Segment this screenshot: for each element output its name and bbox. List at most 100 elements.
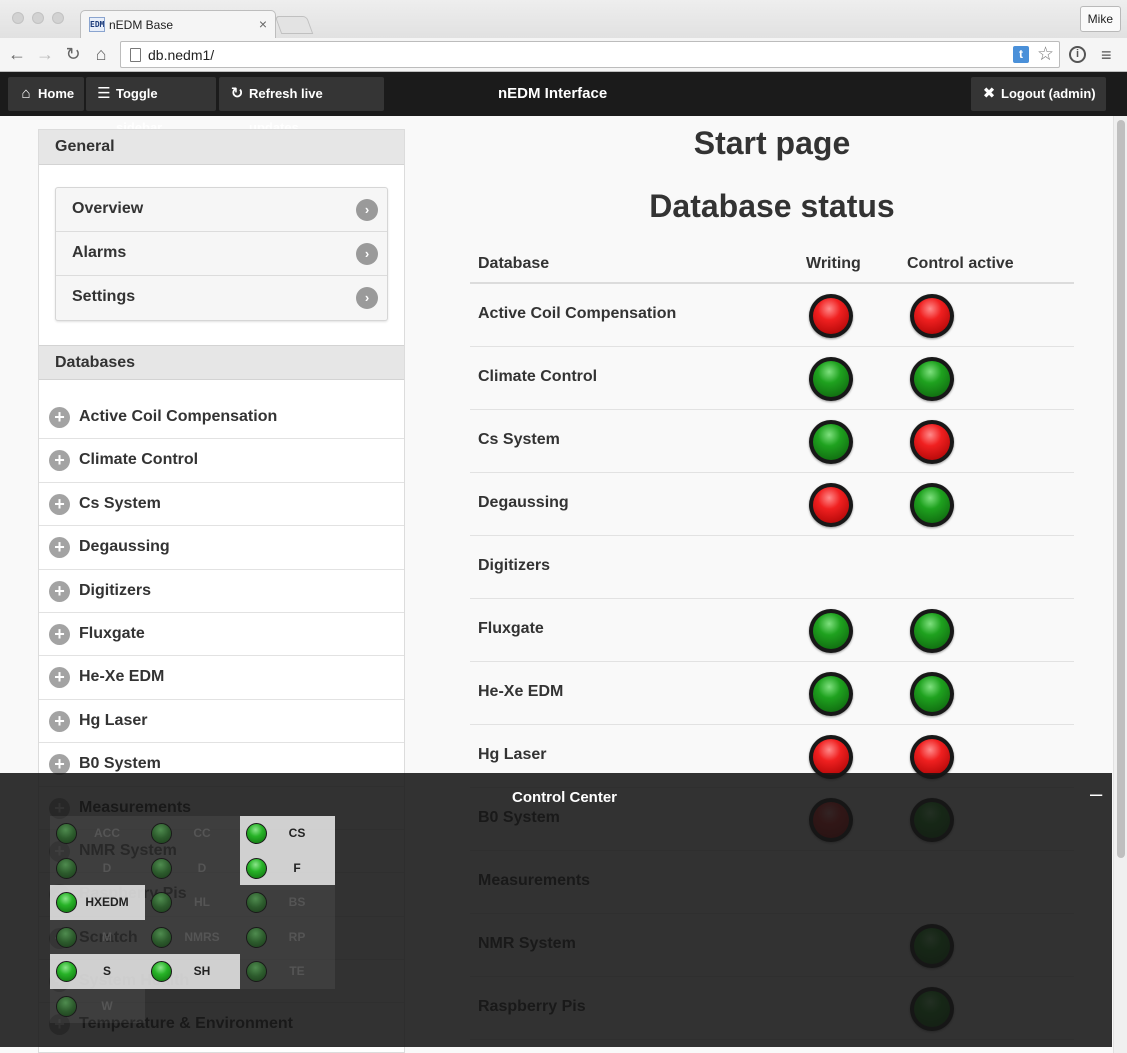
database-name: Hg Laser — [478, 746, 547, 763]
refresh-live-updates-button[interactable]: ↻ Refresh live updates — [219, 77, 384, 135]
writing-status-led-icon — [809, 420, 853, 464]
database-label: Fluxgate — [79, 624, 145, 642]
scrollbar-thumb[interactable] — [1117, 120, 1125, 858]
sidebar-item-label: Alarms — [72, 244, 127, 261]
control-status-led-icon — [910, 357, 954, 401]
close-icon: ✖ — [982, 85, 996, 102]
sidebar-item-alarms[interactable]: Alarms › — [56, 232, 387, 276]
control-center-cell[interactable]: NMRS — [145, 919, 240, 954]
database-name: Active Coil Compensation — [478, 305, 677, 322]
database-label: Cs System — [79, 494, 161, 512]
plus-circle-icon[interactable]: + — [49, 623, 70, 645]
sidebar-database-item[interactable]: + Hg Laser — [39, 700, 404, 744]
control-status-led-icon — [910, 609, 954, 653]
control-center-cell-label: ACC — [94, 826, 120, 840]
bookmark-star-icon[interactable]: ☆ — [1037, 43, 1054, 66]
database-label: Climate Control — [79, 451, 199, 469]
writing-status-led-icon — [809, 609, 853, 653]
control-center-cell[interactable]: D — [145, 850, 240, 885]
control-center-cell[interactable]: BS — [240, 885, 335, 920]
sidebar-database-item[interactable]: + Cs System — [39, 483, 404, 527]
status-led-icon — [56, 961, 77, 982]
info-icon[interactable]: i — [1069, 46, 1086, 63]
favicon-icon: EDM — [89, 17, 105, 32]
chevron-right-icon: › — [356, 243, 378, 265]
home-label: Home — [38, 86, 75, 101]
sidebar-database-item[interactable]: + Climate Control — [39, 439, 404, 483]
url-text[interactable]: db.nedm1/ — [148, 47, 214, 63]
plus-circle-icon[interactable]: + — [49, 407, 70, 428]
writing-status-led-icon — [809, 483, 853, 527]
chevron-right-icon: › — [356, 199, 378, 221]
table-row: Active Coil Compensation — [470, 284, 1074, 347]
reload-icon[interactable]: ↻ — [62, 43, 84, 65]
writing-status-led-icon — [809, 672, 853, 716]
control-center-cell[interactable]: HL — [145, 885, 240, 920]
hamburger-icon: ☰ — [97, 85, 111, 102]
back-arrow-icon[interactable]: ← — [6, 43, 28, 65]
table-row: Cs System — [470, 410, 1074, 473]
control-center-cell-label: S — [102, 964, 111, 978]
close-window-button[interactable] — [12, 12, 24, 24]
plus-circle-icon[interactable]: + — [49, 667, 70, 689]
home-button[interactable]: ⌂ Home — [8, 77, 84, 111]
control-center-cell[interactable]: TE — [240, 954, 335, 989]
logout-button[interactable]: ✖ Logout (admin) — [971, 77, 1106, 111]
plus-circle-icon[interactable]: + — [49, 450, 70, 472]
control-center-cell[interactable]: RP — [240, 919, 335, 954]
plus-circle-icon[interactable]: + — [49, 580, 70, 602]
plus-circle-icon[interactable]: + — [49, 493, 70, 515]
control-center-cell[interactable]: CS — [240, 816, 335, 851]
section-title: Database status — [649, 188, 895, 224]
database-name: Digitizers — [478, 557, 551, 574]
extension-icon[interactable]: t — [1013, 46, 1029, 63]
control-center-cell[interactable]: S — [50, 954, 145, 989]
minimize-window-button[interactable] — [32, 12, 44, 24]
control-center-cell[interactable]: CC — [145, 816, 240, 851]
close-tab-icon[interactable]: × — [259, 16, 267, 32]
minimize-icon[interactable]: – — [1090, 783, 1102, 805]
control-center-cell[interactable]: ACC — [50, 816, 145, 851]
control-status-led-icon — [910, 294, 954, 338]
control-center-cell-label: BS — [288, 895, 306, 909]
control-center-cell-label: RP — [288, 929, 306, 944]
column-header-writing: Writing — [806, 255, 861, 272]
page-scrollbar[interactable] — [1113, 116, 1127, 1053]
browser-menu-icon[interactable]: ≡ — [1101, 45, 1112, 66]
table-row: Climate Control — [470, 347, 1074, 410]
sidebar-item-label: Overview — [72, 200, 144, 217]
status-led-icon — [246, 823, 267, 844]
plus-circle-icon[interactable]: + — [49, 710, 70, 732]
address-bar[interactable]: db.nedm1/ t ☆ — [120, 41, 1060, 68]
databases-heading: Databases — [39, 345, 404, 380]
control-center-cell[interactable]: HXEDM — [50, 885, 145, 920]
control-center-cell-label: HL — [194, 895, 210, 909]
sidebar-database-item[interactable]: + Degaussing — [39, 526, 404, 570]
sidebar-database-item[interactable]: + Fluxgate — [39, 613, 404, 657]
database-name: Degaussing — [478, 494, 569, 511]
control-center-cell[interactable]: W — [50, 988, 145, 1023]
control-center-cell-label: F — [293, 860, 301, 875]
control-center-cell[interactable]: SH — [145, 954, 240, 989]
home-icon[interactable]: ⌂ — [90, 43, 112, 65]
status-led-icon — [56, 892, 77, 913]
sidebar-item-overview[interactable]: Overview › — [56, 188, 387, 232]
status-led-icon — [151, 823, 172, 844]
sidebar-item-settings[interactable]: Settings › — [56, 276, 387, 320]
forward-arrow-icon[interactable]: → — [34, 43, 56, 65]
status-led-icon — [56, 823, 77, 844]
sidebar-database-item[interactable]: + Digitizers — [39, 570, 404, 613]
plus-circle-icon[interactable]: + — [49, 537, 70, 559]
new-tab-button[interactable] — [274, 16, 314, 34]
sidebar-database-item[interactable]: + He-Xe EDM — [39, 656, 404, 700]
browser-tab[interactable]: EDM nEDM Base × — [80, 10, 276, 39]
profile-button[interactable]: Mike — [1079, 6, 1121, 32]
control-center-cell-label: TE — [289, 964, 305, 978]
control-center-cell[interactable]: M — [50, 919, 145, 954]
toggle-sidebar-button[interactable]: ☰ Toggle sidebar — [86, 77, 216, 135]
zoom-window-button[interactable] — [52, 12, 64, 24]
plus-circle-icon[interactable]: + — [49, 754, 70, 776]
control-center-cell[interactable]: D — [50, 850, 145, 885]
sidebar-database-item[interactable]: + Active Coil Compensation — [39, 396, 404, 440]
control-center-cell[interactable]: F — [240, 850, 335, 885]
